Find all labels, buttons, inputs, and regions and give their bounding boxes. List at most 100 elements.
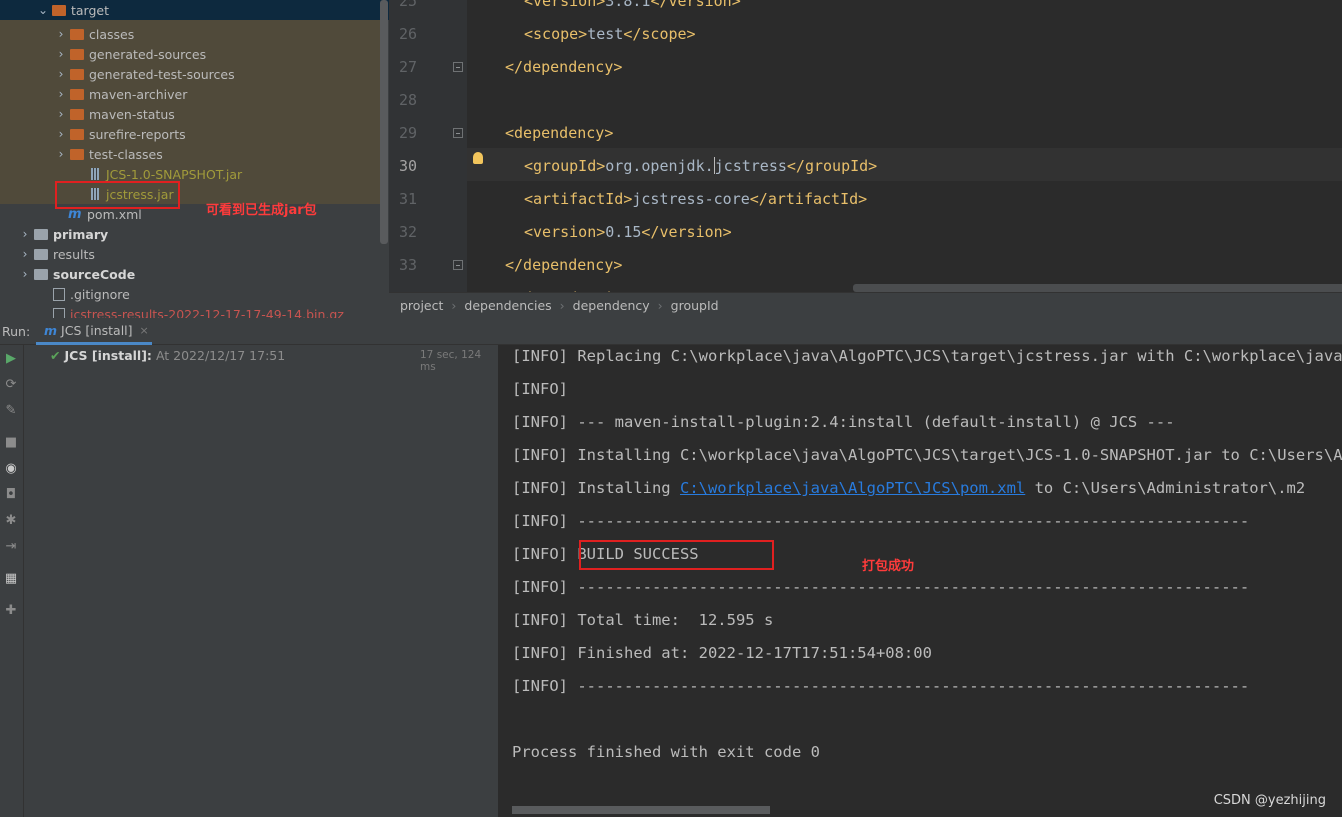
tree-item[interactable]: › test-classes (0, 144, 163, 164)
code-line[interactable]: <groupId>org.openjdk.jcstress</groupId> (524, 157, 877, 175)
file-icon (53, 287, 65, 301)
rerun-failed-icon[interactable]: ⟳ (3, 377, 19, 393)
breadcrumb-item[interactable]: groupId (671, 298, 719, 313)
chevron-right-icon[interactable]: › (54, 27, 68, 41)
tree-item[interactable]: .gitignore (0, 284, 130, 304)
xml-tag: <artifactId> (524, 190, 633, 208)
console-horizontal-scrollbar[interactable] (512, 806, 770, 814)
chevron-right-icon[interactable]: › (18, 227, 32, 241)
project-tree: ⌄ target › classes › generated-sources › genera… (0, 0, 389, 318)
run-tree: ✔ JCS [install]: At 2022/12/17 17:51 17 … (24, 345, 499, 817)
code-line[interactable]: </dependency> (505, 256, 622, 274)
code-editor[interactable]: 25262728293031323334 <version>3.8.1</ver… (389, 0, 1342, 292)
breadcrumb-item[interactable]: dependencies (464, 298, 551, 313)
check-icon: ✔ (50, 348, 61, 363)
xml-value: test (587, 25, 624, 43)
xml-tag: <groupId> (524, 157, 606, 175)
line-number: 27 (398, 58, 417, 76)
fold-marker-icon[interactable] (453, 128, 463, 138)
chevron-right-icon[interactable]: › (54, 47, 68, 61)
console-line: [INFO] ---------------------------------… (512, 677, 1249, 695)
chevron-right-icon[interactable]: › (54, 147, 68, 161)
console-line: [INFO] Installing C:\workplace\java\Algo… (512, 479, 1305, 497)
xml-value: 0.15 (605, 223, 642, 241)
code-line[interactable]: </dependency> (505, 58, 622, 76)
editor-horizontal-scrollbar[interactable] (853, 284, 1342, 292)
tree-item-label: classes (89, 26, 135, 42)
fold-marker-icon[interactable] (453, 260, 463, 270)
code-line[interactable]: <artifactId>jcstress-core</artifactId> (524, 190, 867, 208)
close-icon[interactable]: × (140, 324, 149, 337)
tree-scrollbar[interactable] (380, 0, 388, 244)
console-line: [INFO] --- maven-install-plugin:2.4:inst… (512, 413, 1175, 431)
xml-tag: </dependency> (505, 256, 623, 274)
tree-item-label: .gitignore (70, 286, 130, 302)
xml-tag: </artifactId> (749, 190, 868, 208)
xml-value: jcstress-core (632, 190, 750, 208)
xml-value: 3.8.1 (605, 0, 651, 10)
tree-item[interactable]: jcstress-results-2022-12-17-17-49-14.bin… (0, 304, 344, 318)
chevron-right-icon[interactable]: › (54, 87, 68, 101)
tree-item[interactable]: › generated-sources (0, 44, 207, 64)
tree-item[interactable]: › classes (0, 24, 135, 44)
tree-item[interactable]: › maven-archiver (0, 84, 188, 104)
line-number: 33 (398, 256, 417, 274)
xml-value: jcstress (714, 157, 787, 175)
lightbulb-icon[interactable] (473, 152, 483, 164)
tree-item[interactable]: › generated-test-sources (0, 64, 235, 84)
tab-jcs-install[interactable]: m JCS [install] × (36, 318, 152, 345)
tree-item[interactable]: › maven-status (0, 104, 175, 124)
tree-item[interactable]: ⌄ target (0, 0, 389, 20)
tree-item[interactable]: › sourceCode (0, 264, 136, 284)
tree-item[interactable]: › surefire-reports (0, 124, 186, 144)
run-duration: 17 sec, 124 ms (420, 349, 482, 373)
rerun-icon[interactable]: ▶ (3, 351, 19, 367)
build-success-highlight-box (579, 540, 774, 570)
stop-icon[interactable]: ■ (3, 435, 19, 451)
breadcrumb-item[interactable]: project (400, 298, 443, 313)
console-text: [INFO] Installing (512, 479, 680, 497)
chevron-right-icon[interactable]: › (54, 127, 68, 141)
editor-gutter: 25262728293031323334 (389, 0, 467, 292)
tree-item-label: generated-test-sources (89, 66, 235, 82)
folder-icon (70, 108, 84, 120)
pin-icon[interactable]: ✚ (3, 603, 19, 619)
run-tree-item[interactable]: ✔ JCS [install]: At 2022/12/17 17:51 (50, 348, 285, 363)
console-file-link[interactable]: C:\workplace\java\AlgoPTC\JCS\pom.xml (680, 479, 1025, 497)
tab-label: JCS [install] (61, 322, 133, 338)
tree-item[interactable]: › results (0, 244, 95, 264)
line-number: 26 (398, 25, 417, 43)
fold-marker-icon[interactable] (453, 62, 463, 72)
chevron-down-icon[interactable]: ⌄ (36, 3, 50, 17)
xml-tag: <version> (524, 223, 606, 241)
console-line: [INFO] Finished at: 2022-12-17T17:51:54+… (512, 644, 932, 662)
chevron-right-icon[interactable]: › (18, 267, 32, 281)
chevron-right-icon[interactable]: › (54, 67, 68, 81)
chevron-right-icon[interactable]: › (54, 107, 68, 121)
chevron-right-icon[interactable]: › (18, 247, 32, 261)
code-line[interactable]: <dependency> (505, 124, 613, 142)
breadcrumb-item[interactable]: dependency (573, 298, 650, 313)
xml-tag: </scope> (623, 25, 696, 43)
run-label: Run: (2, 324, 31, 339)
eye-icon[interactable]: ◉ (3, 461, 19, 477)
console-text: [INFO] --- maven-install-plugin:2.4:inst… (512, 413, 1175, 431)
console-line: [INFO] ---------------------------------… (512, 512, 1249, 530)
code-line[interactable]: <version>3.8.1</version> (524, 0, 741, 10)
debug-icon[interactable]: ✱ (3, 513, 19, 529)
xml-tag: <scope> (524, 25, 588, 43)
camera-icon[interactable]: ◘ (3, 487, 19, 503)
line-number: 28 (398, 91, 417, 109)
tree-item-label: primary (53, 226, 109, 242)
xml-tag: </groupId> (786, 157, 878, 175)
tree-item[interactable]: › primary (0, 224, 109, 244)
maven-icon: m (44, 322, 58, 338)
layout-icon[interactable]: ▦ (3, 571, 19, 587)
jar-highlight-box (55, 181, 180, 209)
wrench-icon[interactable]: ✎ (3, 403, 19, 419)
console-output[interactable]: [INFO] Replacing C:\workplace\java\AlgoP… (499, 345, 1342, 817)
exit-icon[interactable]: ⇥ (3, 539, 19, 555)
xml-tag: </version> (641, 223, 732, 241)
code-line[interactable]: <scope>test</scope> (524, 25, 696, 43)
code-line[interactable]: <version>0.15</version> (524, 223, 732, 241)
